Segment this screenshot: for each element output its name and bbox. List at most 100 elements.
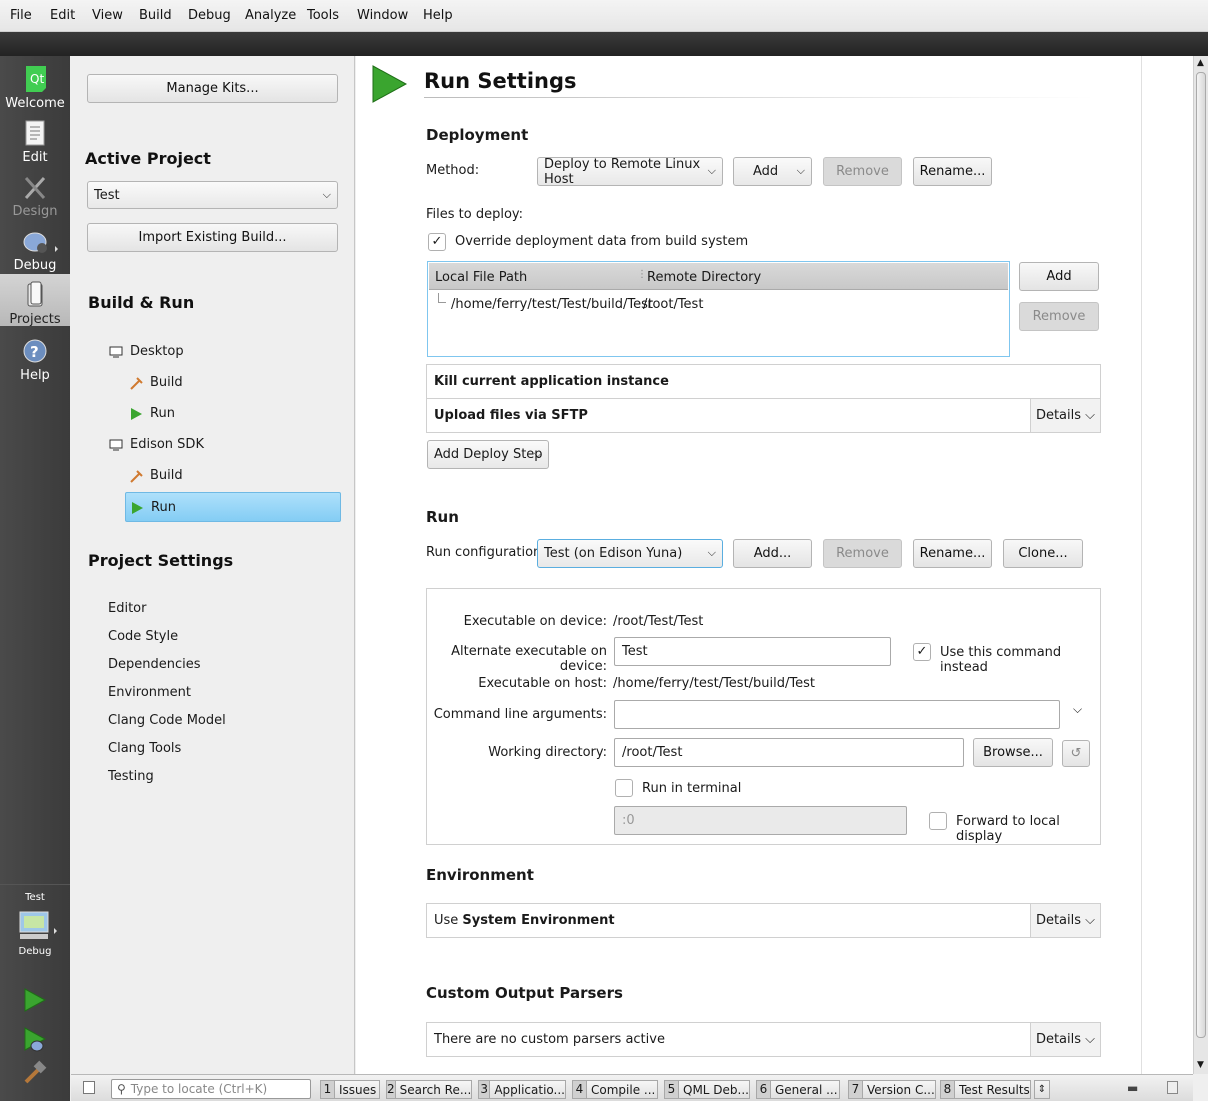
run-settings-play-icon: [372, 65, 408, 103]
svg-text:Qt: Qt: [30, 72, 44, 86]
override-deployment-checkbox[interactable]: ✓: [428, 233, 446, 251]
settings-editor[interactable]: Editor: [108, 601, 146, 616]
col-local-file-path[interactable]: Local File Path: [435, 270, 527, 285]
settings-clang-tools[interactable]: Clang Tools: [108, 741, 181, 756]
toggle-right-sidebar-icon[interactable]: [1167, 1081, 1178, 1094]
reset-icon: ↺: [1070, 746, 1082, 761]
parsers-details-button[interactable]: Details ⌵: [1030, 1023, 1100, 1056]
mode-help[interactable]: ? Help: [0, 330, 70, 384]
locator-input[interactable]: ⚲ Type to locate (Ctrl+K): [111, 1079, 311, 1099]
reset-workdir-button[interactable]: ↺: [1062, 740, 1090, 767]
active-project-select[interactable]: Test ⌵: [87, 181, 338, 209]
run-in-terminal-checkbox[interactable]: [615, 779, 633, 797]
add-deploy-step-button[interactable]: Add Deploy Step ⌵: [427, 440, 549, 469]
alt-exe-input[interactable]: Test: [614, 637, 891, 666]
more-tabs-stepper-icon[interactable]: ⇕: [1034, 1080, 1050, 1099]
files-table[interactable]: Local File Path ⋮ Remote Directory /home…: [427, 261, 1010, 357]
deploy-remove-button[interactable]: Remove: [823, 157, 902, 186]
active-project-heading: Active Project: [85, 149, 211, 168]
tree-kit-edison[interactable]: Edison SDK: [109, 437, 204, 452]
output-tab-search-results[interactable]: 2 Search Re...: [386, 1080, 472, 1099]
menu-view[interactable]: View: [92, 8, 123, 23]
mode-design[interactable]: Design: [0, 166, 70, 220]
tree-edison-run-selected[interactable]: Run: [125, 492, 341, 522]
search-icon: ⚲: [117, 1082, 126, 1096]
deploy-add-button[interactable]: Add ⌵: [733, 157, 812, 186]
progress-details-icon[interactable]: ▬: [1127, 1081, 1138, 1095]
qt-logo-icon: Qt: [26, 66, 46, 92]
help-icon: ?: [23, 339, 47, 363]
menu-help[interactable]: Help: [423, 8, 453, 23]
display-input[interactable]: :0: [614, 806, 907, 835]
kit-selector[interactable]: [18, 910, 62, 948]
run-heading: Run: [426, 508, 459, 526]
run-remove-button[interactable]: Remove: [823, 539, 902, 568]
output-tab-test-results[interactable]: 8 Test Results: [940, 1080, 1031, 1099]
run-rename-button[interactable]: Rename...: [913, 539, 992, 568]
menu-window[interactable]: Window: [357, 8, 408, 23]
args-expand-chevron-icon[interactable]: ⌵: [1073, 702, 1082, 717]
settings-clang-code-model[interactable]: Clang Code Model: [108, 713, 226, 728]
files-remove-button[interactable]: Remove: [1019, 302, 1099, 331]
upload-details-button[interactable]: Details ⌵: [1030, 399, 1100, 432]
chevron-down-icon: ⌵: [1085, 1032, 1096, 1047]
checkmark-icon: ✓: [431, 234, 443, 249]
menu-analyze[interactable]: Analyze: [245, 8, 296, 23]
files-to-deploy-label: Files to deploy:: [426, 207, 524, 222]
deploy-rename-button[interactable]: Rename...: [913, 157, 992, 186]
menu-debug[interactable]: Debug: [188, 8, 231, 23]
workdir-input[interactable]: /root/Test: [614, 738, 964, 767]
output-tab-issues[interactable]: 1 Issues: [320, 1080, 380, 1099]
menu-file[interactable]: File: [10, 8, 32, 23]
output-tab-general-messages[interactable]: 6 General ...: [756, 1080, 840, 1099]
run-clone-button[interactable]: Clone...: [1003, 539, 1083, 568]
output-tab-application-output[interactable]: 3 Applicatio...: [478, 1080, 566, 1099]
checkmark-icon: ✓: [916, 644, 928, 659]
menu-tools[interactable]: Tools: [307, 8, 339, 23]
file-remote-dir[interactable]: /root/Test: [643, 297, 703, 312]
menu-build[interactable]: Build: [139, 8, 172, 23]
scroll-down-icon[interactable]: ▼: [1197, 1060, 1204, 1070]
output-tab-qml-debugger[interactable]: 5 QML Deb...: [664, 1080, 750, 1099]
deploy-method-select[interactable]: Deploy to Remote Linux Host ⌵: [537, 157, 723, 187]
forward-display-checkbox[interactable]: [929, 812, 947, 830]
settings-code-style[interactable]: Code Style: [108, 629, 178, 644]
vertical-scrollbar[interactable]: ▲ ▼: [1193, 56, 1208, 1074]
tree-edison-build[interactable]: Build: [129, 468, 183, 483]
toggle-sidebar-icon[interactable]: [83, 1081, 95, 1094]
mode-projects[interactable]: Projects: [0, 274, 70, 327]
settings-dependencies[interactable]: Dependencies: [108, 657, 201, 672]
build-button[interactable]: [22, 1060, 48, 1090]
browse-button[interactable]: Browse...: [973, 738, 1053, 767]
settings-testing[interactable]: Testing: [108, 769, 154, 784]
tree-desktop-build[interactable]: Build: [129, 375, 183, 390]
import-existing-build-button[interactable]: Import Existing Build...: [87, 223, 338, 252]
tree-desktop-run[interactable]: Run: [129, 406, 175, 421]
deploy-step-upload[interactable]: Upload files via SFTP Details ⌵: [426, 398, 1101, 433]
col-remote-directory[interactable]: Remote Directory: [647, 270, 761, 285]
scrollbar-thumb[interactable]: [1196, 72, 1206, 1038]
deploy-step-kill[interactable]: Kill current application instance: [426, 364, 1101, 399]
chevron-down-icon: ⌵: [707, 546, 716, 559]
monitor-icon: [109, 346, 123, 357]
use-command-checkbox[interactable]: ✓: [913, 643, 931, 661]
tree-kit-desktop[interactable]: Desktop: [109, 344, 184, 359]
file-local-path[interactable]: /home/ferry/test/Test/build/Test: [451, 297, 653, 312]
run-configuration-select[interactable]: Test (on Edison Yuna) ⌵: [537, 539, 723, 568]
args-input[interactable]: [614, 700, 1060, 729]
settings-environment[interactable]: Environment: [108, 685, 191, 700]
environment-details-button[interactable]: Details ⌵: [1030, 904, 1100, 937]
mode-edit[interactable]: Edit: [0, 112, 70, 166]
files-add-button[interactable]: Add: [1019, 262, 1099, 291]
debug-run-button[interactable]: [22, 1026, 48, 1058]
run-button[interactable]: [22, 987, 48, 1017]
chevron-down-icon: ⌵: [707, 164, 716, 177]
output-tab-compile-output[interactable]: 4 Compile ...: [572, 1080, 658, 1099]
manage-kits-button[interactable]: Manage Kits...: [87, 74, 338, 103]
scroll-up-icon[interactable]: ▲: [1197, 58, 1204, 68]
run-add-button[interactable]: Add...: [733, 539, 812, 568]
mode-debug[interactable]: Debug: [0, 220, 70, 274]
mode-welcome[interactable]: Qt Welcome: [0, 58, 70, 112]
menu-edit[interactable]: Edit: [50, 8, 75, 23]
output-tab-version-control[interactable]: 7 Version C...: [848, 1080, 936, 1099]
